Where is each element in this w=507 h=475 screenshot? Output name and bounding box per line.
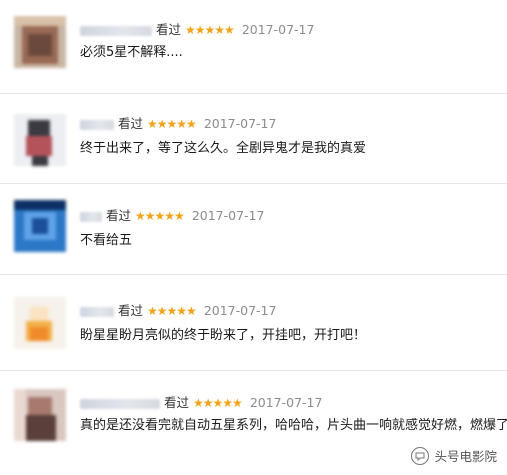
review-date: 2017-07-17 xyxy=(249,395,323,410)
review-comment: 真的是还没看完就自动五星系列，哈哈哈，片头曲一响就感觉好燃，燃爆了。 xyxy=(80,418,507,433)
avatar-image xyxy=(14,114,66,166)
review-meta: 看过 ★★★★★ 2017-07-17 xyxy=(80,395,322,411)
review-date: 2017-07-17 xyxy=(241,22,315,37)
review-date: 2017-07-17 xyxy=(203,116,277,131)
watermark-text: 头号电影院 xyxy=(434,449,497,464)
list-item: 看过 ★★★★★ 2017-07-17 必须5星不解释.... xyxy=(0,0,507,93)
review-meta: 看过 ★★★★★ 2017-07-17 xyxy=(80,22,314,38)
review-comment: 必须5星不解释.... xyxy=(80,45,183,60)
review-date: 2017-07-17 xyxy=(203,303,277,318)
review-date: 2017-07-17 xyxy=(191,208,265,223)
review-meta: 看过 ★★★★★ 2017-07-17 xyxy=(80,303,276,319)
avatar[interactable] xyxy=(14,16,66,68)
username-blurred[interactable] xyxy=(80,119,114,130)
review-comment: 不看给五 xyxy=(80,233,133,248)
review-comment: 终于出来了，等了这么久。全剧异鬼才是我的真爱 xyxy=(80,141,367,156)
watched-label: 看过 xyxy=(106,208,132,223)
username-blurred[interactable] xyxy=(80,398,160,409)
chat-bubble-icon xyxy=(411,446,430,465)
avatar-image xyxy=(14,389,66,441)
rating-stars: ★★★★★ xyxy=(135,209,185,223)
watermark: 头号电影院 xyxy=(411,446,497,465)
avatar[interactable] xyxy=(14,389,66,441)
list-item: 看过 ★★★★★ 2017-07-17 盼星星盼月亮似的终于盼来了，开挂吧，开打吧！ xyxy=(0,275,507,370)
list-item: 看过 ★★★★★ 2017-07-17 不看给五 xyxy=(0,184,507,274)
avatar-image xyxy=(14,200,66,252)
watched-label: 看过 xyxy=(156,22,182,37)
watched-label: 看过 xyxy=(118,303,144,318)
review-comment: 盼星星盼月亮似的终于盼来了，开挂吧，开打吧！ xyxy=(80,328,367,343)
avatar-image xyxy=(14,16,66,68)
watched-label: 看过 xyxy=(164,395,190,410)
rating-stars: ★★★★★ xyxy=(147,117,197,131)
avatar[interactable] xyxy=(14,114,66,166)
rating-stars: ★★★★★ xyxy=(193,396,243,410)
review-meta: 看过 ★★★★★ 2017-07-17 xyxy=(80,116,276,132)
avatar-image xyxy=(14,297,66,349)
username-blurred[interactable] xyxy=(80,211,102,222)
watched-label: 看过 xyxy=(118,116,144,131)
rating-stars: ★★★★★ xyxy=(185,23,235,37)
review-meta: 看过 ★★★★★ 2017-07-17 xyxy=(80,208,264,224)
username-blurred[interactable] xyxy=(80,25,152,36)
username-blurred[interactable] xyxy=(80,306,114,317)
review-list: 看过 ★★★★★ 2017-07-17 必须5星不解释.... 看过 ★★★★★ 201… xyxy=(0,0,507,475)
avatar[interactable] xyxy=(14,200,66,252)
avatar[interactable] xyxy=(14,297,66,349)
list-item: 看过 ★★★★★ 2017-07-17 终于出来了，等了这么久。全剧异鬼才是我的真爱 xyxy=(0,94,507,183)
rating-stars: ★★★★★ xyxy=(147,304,197,318)
